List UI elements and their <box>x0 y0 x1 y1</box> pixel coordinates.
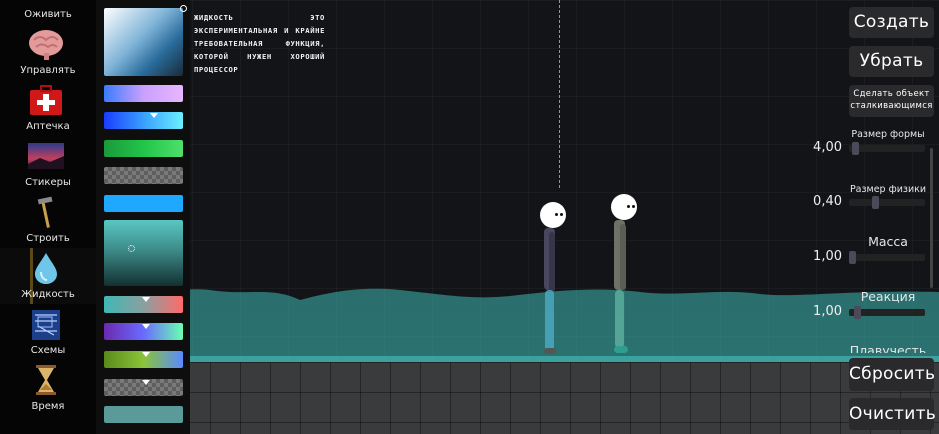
reaction-slider[interactable] <box>849 306 925 319</box>
droplet-icon <box>26 250 66 286</box>
category-sidebar: Оживить Управлять Аптечка Стикеры Строит… <box>0 0 96 434</box>
param-value: 4,00 <box>813 140 842 155</box>
item-description: Жидкость это экспериментальная и крайне … <box>194 13 325 74</box>
category-label: Схемы <box>30 345 66 356</box>
param-value: 0,40 <box>813 194 842 209</box>
brain-icon <box>26 26 66 62</box>
category-label: Аптечка <box>26 121 70 132</box>
stickers-icon <box>26 138 66 174</box>
category-build[interactable]: Строить <box>0 192 96 248</box>
category-label: Стикеры <box>25 177 71 188</box>
ragdoll-head <box>540 202 566 228</box>
liquid-item[interactable] <box>104 296 183 313</box>
ragdoll-figure[interactable] <box>536 202 576 357</box>
category-stickers[interactable]: Стикеры <box>0 136 96 192</box>
liquid-item[interactable] <box>104 85 183 102</box>
revive-icon <box>26 0 66 6</box>
category-label: Управлять <box>20 65 76 76</box>
ragdoll-foot <box>544 348 556 354</box>
category-label: Жидкость <box>21 289 75 300</box>
schemes-icon <box>26 306 66 342</box>
build-icon <box>26 194 66 230</box>
liquid-item[interactable] <box>104 195 183 212</box>
category-schemes[interactable]: Схемы <box>0 304 96 360</box>
param-value: 1,00 <box>813 249 842 264</box>
category-control[interactable]: Управлять <box>0 24 96 80</box>
liquid-item-color-picker[interactable] <box>104 5 187 76</box>
liquid-item[interactable] <box>104 323 183 340</box>
liquid-item[interactable] <box>104 167 183 184</box>
ragdoll-figure[interactable] <box>608 194 648 356</box>
liquid-item[interactable] <box>104 379 183 396</box>
panel-scrollbar[interactable] <box>930 148 933 288</box>
param-label: Размер физики <box>849 184 927 195</box>
param-label: Реакция <box>860 289 916 304</box>
category-firstaid[interactable]: Аптечка <box>0 80 96 136</box>
ragdoll-head <box>611 194 637 220</box>
ragdoll-arm <box>620 224 626 290</box>
category-time[interactable]: Время <box>0 360 96 416</box>
param-label: Плавучесть <box>849 343 927 353</box>
clear-button[interactable]: Очистить <box>849 398 936 430</box>
hourglass-icon <box>26 362 66 398</box>
liquid-item[interactable] <box>104 140 183 157</box>
ragdoll-leg <box>545 290 554 352</box>
ragdoll-arm <box>549 232 555 292</box>
liquid-item[interactable] <box>104 351 183 368</box>
shape-size-slider[interactable] <box>849 142 925 155</box>
liquid-item-color-picker[interactable] <box>104 220 183 286</box>
physics-size-slider[interactable] <box>849 196 925 209</box>
make-collidable-button[interactable]: Сделать объект сталкивающимся <box>849 85 934 117</box>
ragdoll-leg <box>615 290 624 348</box>
category-revive[interactable]: Оживить <box>0 0 96 24</box>
remove-button[interactable]: Убрать <box>849 46 934 77</box>
first-aid-kit-icon <box>26 82 66 118</box>
category-label: Оживить <box>24 9 72 20</box>
create-button[interactable]: Создать <box>849 7 934 38</box>
param-label: Размер формы <box>851 129 925 140</box>
category-liquid[interactable]: Жидкость <box>0 248 96 304</box>
liquid-item[interactable] <box>104 112 183 129</box>
mass-slider[interactable] <box>849 251 925 264</box>
category-label: Время <box>31 401 65 412</box>
param-label: Масса <box>868 234 908 249</box>
category-label: Строить <box>26 233 70 244</box>
liquid-item[interactable] <box>104 406 183 423</box>
param-value: 1,00 <box>813 304 842 319</box>
reset-button[interactable]: Сбросить <box>849 358 935 391</box>
ragdoll-foot <box>614 346 628 353</box>
